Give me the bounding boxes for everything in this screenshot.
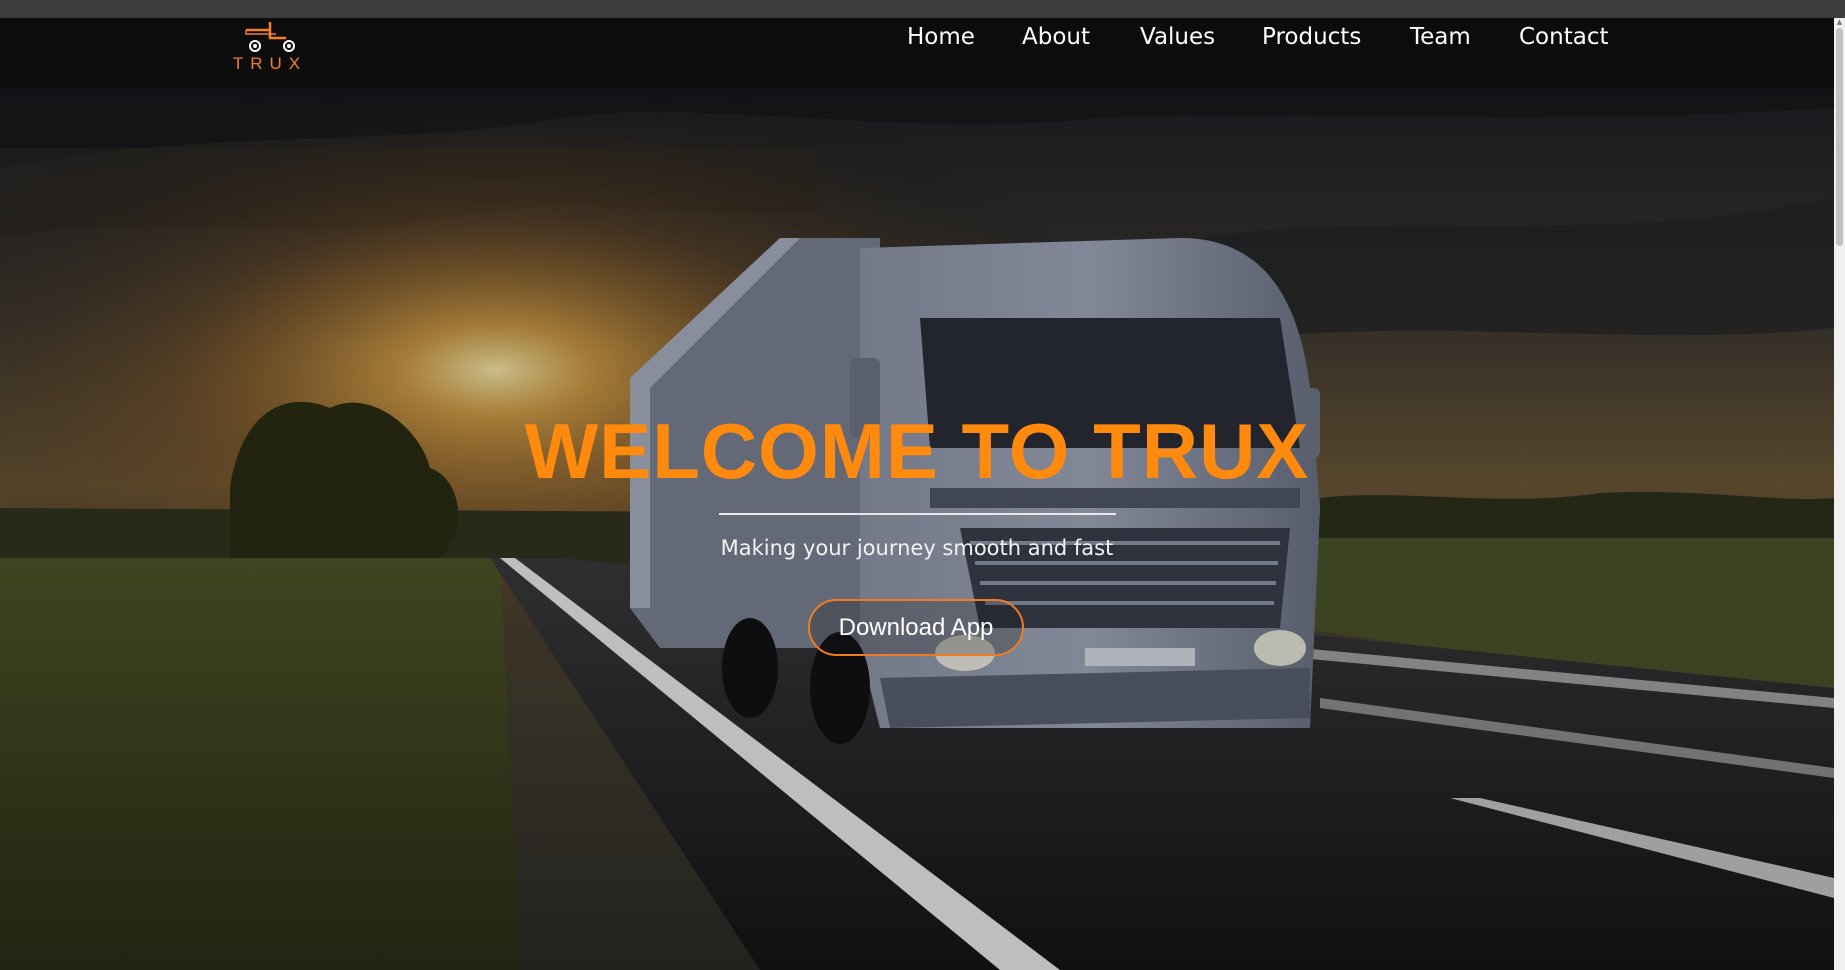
brand-logo[interactable]: TRUX <box>230 20 310 84</box>
nav-products[interactable]: Products <box>1262 24 1361 50</box>
brand-name: TRUX <box>232 54 308 73</box>
hero-title: WELCOME TO TRUX <box>524 407 1310 495</box>
nav-values[interactable]: Values <box>1140 24 1215 50</box>
browser-top-strip <box>0 0 1845 19</box>
scrollbar-thumb[interactable] <box>1836 28 1843 246</box>
scroll-up-arrow-icon[interactable]: ▲ <box>1835 18 1844 26</box>
hero-section: WELCOME TO TRUX Making your journey smoo… <box>0 88 1834 970</box>
nav-about[interactable]: About <box>1022 24 1090 50</box>
truck-logo-icon <box>245 22 295 52</box>
download-app-button[interactable]: Download App <box>808 599 1024 656</box>
vertical-scrollbar[interactable]: ▲ <box>1834 18 1845 970</box>
hero-divider <box>719 513 1116 515</box>
nav-contact[interactable]: Contact <box>1519 24 1608 50</box>
navbar: TRUX Home About Values Products Team Con… <box>0 18 1834 88</box>
nav-home[interactable]: Home <box>907 24 975 50</box>
hero-subtitle: Making your journey smooth and fast <box>720 536 1114 560</box>
nav-team[interactable]: Team <box>1410 24 1471 50</box>
